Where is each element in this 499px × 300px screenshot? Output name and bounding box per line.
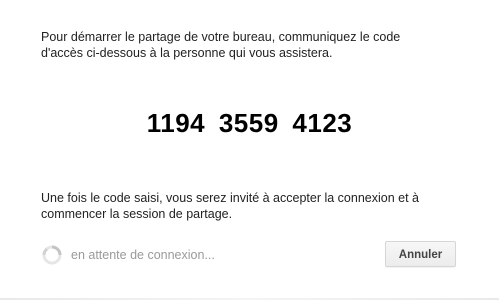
spinner-icon	[42, 245, 62, 265]
followup-text: Une fois le code saisi, vous serez invit…	[41, 191, 419, 221]
connection-status: en attente de connexion...	[41, 244, 215, 266]
cancel-button[interactable]: Annuler	[385, 241, 456, 267]
instructions-text: Pour démarrer le partage de votre bureau…	[41, 30, 401, 60]
access-code: 1194 3559 4123	[146, 108, 353, 138]
share-desktop-dialog: Pour démarrer le partage de votre bureau…	[0, 0, 499, 300]
status-text: en attente de connexion...	[71, 248, 215, 262]
